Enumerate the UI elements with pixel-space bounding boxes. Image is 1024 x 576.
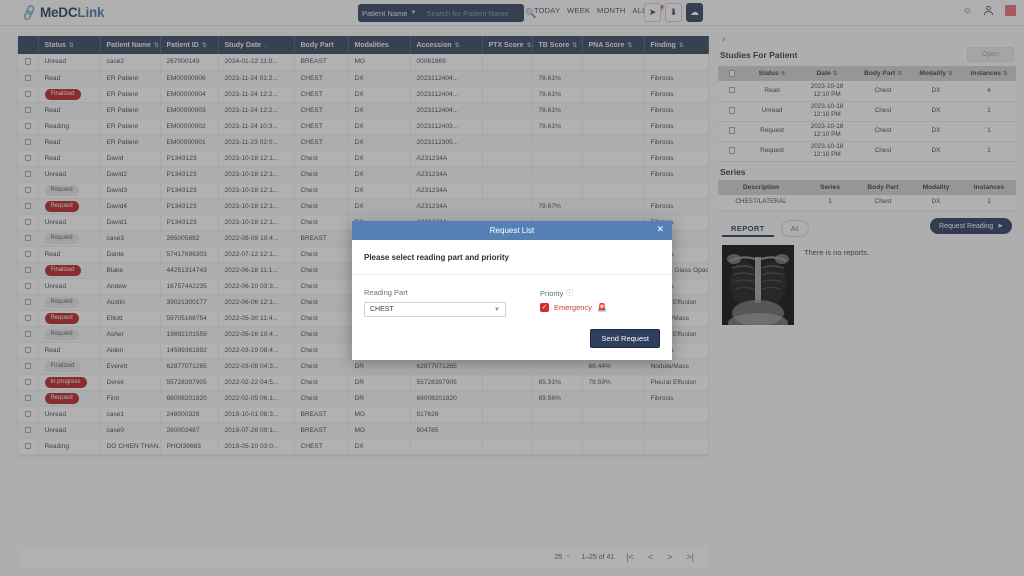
chevron-down-icon: ▼	[494, 306, 500, 313]
modal-prompt: Please select reading part and priority	[352, 240, 672, 275]
modal-title-bar: Request List ✕	[352, 221, 672, 240]
siren-icon: 🚨	[596, 303, 607, 312]
priority-option-row: ✓ Emergency 🚨	[540, 303, 607, 312]
modal-title: Request List	[489, 226, 535, 235]
help-circle-icon[interactable]: ⓘ	[566, 288, 573, 298]
emergency-label: Emergency	[554, 303, 592, 312]
priority-field: Priority ⓘ ✓ Emergency 🚨	[540, 288, 607, 317]
modal-body: Please select reading part and priority …	[352, 240, 672, 360]
reading-part-select[interactable]: CHEST ▼	[364, 302, 506, 317]
send-request-button[interactable]: Send Request	[590, 329, 660, 348]
request-list-modal: Request List ✕ Please select reading par…	[352, 221, 672, 360]
reading-part-field: Reading Part CHEST ▼	[364, 288, 506, 317]
medclink-worklist-app: 🔗 MeDCLink Patient Name ▼ 🔍 TODAY WEEK M…	[0, 0, 1024, 576]
modal-fields: Reading Part CHEST ▼ Priority ⓘ ✓ Emerge…	[352, 275, 672, 321]
reading-part-label: Reading Part	[364, 288, 408, 297]
emergency-checkbox[interactable]: ✓	[540, 303, 549, 312]
priority-label: Priority ⓘ	[540, 288, 607, 298]
reading-part-value: CHEST	[370, 306, 394, 313]
priority-label-text: Priority	[540, 288, 564, 298]
close-icon[interactable]: ✕	[656, 225, 664, 234]
modal-footer: Send Request	[352, 321, 672, 360]
